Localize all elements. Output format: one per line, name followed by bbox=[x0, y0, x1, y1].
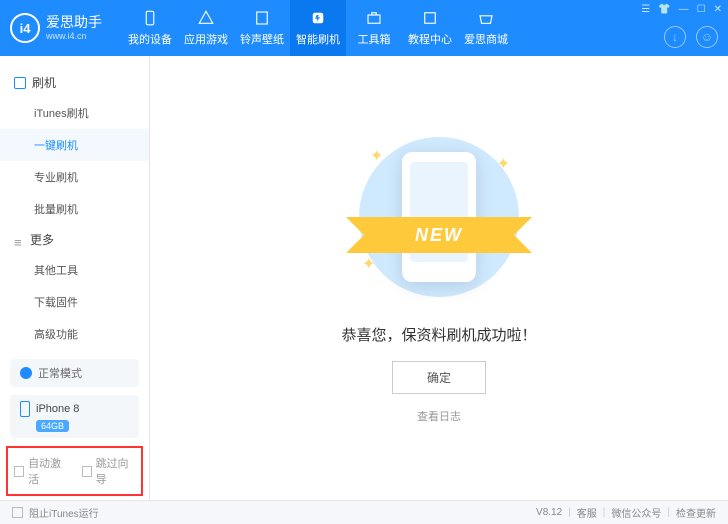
skin-icon[interactable]: 👕 bbox=[658, 4, 670, 15]
nav-device[interactable]: 我的设备 bbox=[122, 0, 178, 56]
nav-label: 应用游戏 bbox=[184, 31, 228, 47]
window-controls: ☰ 👕 — ☐ ✕ bbox=[641, 4, 722, 15]
support-link[interactable]: 客服 bbox=[577, 505, 597, 520]
nav-apps[interactable]: 应用游戏 bbox=[178, 0, 234, 56]
block-itunes-checkbox[interactable]: 阻止iTunes运行 bbox=[12, 505, 99, 520]
close-icon[interactable]: ✕ bbox=[714, 4, 722, 15]
sparkle-icon: ✦ bbox=[497, 154, 510, 174]
nav-label: 智能刷机 bbox=[296, 31, 340, 47]
nav-shop[interactable]: 爱思商城 bbox=[458, 0, 514, 56]
nav-label: 我的设备 bbox=[128, 31, 172, 47]
nav-label: 铃声壁纸 bbox=[240, 31, 284, 47]
new-ribbon: NEW bbox=[364, 217, 514, 253]
checkbox-icon bbox=[12, 507, 23, 518]
device-indicator[interactable]: iPhone 8 64GB bbox=[10, 395, 139, 438]
maximize-icon[interactable]: ☐ bbox=[697, 4, 706, 15]
account-icons: ↓ ☺ bbox=[664, 26, 718, 48]
sidebar-group-more[interactable]: 更多 bbox=[0, 225, 149, 254]
checkbox-label: 阻止iTunes运行 bbox=[29, 505, 99, 520]
app-url: www.i4.cn bbox=[46, 31, 102, 41]
mode-indicator[interactable]: 正常模式 bbox=[10, 359, 139, 387]
menu-icon[interactable]: ☰ bbox=[641, 4, 650, 15]
sidebar-item-download-firmware[interactable]: 下载固件 bbox=[0, 286, 149, 318]
logo-icon: i4 bbox=[10, 13, 40, 43]
storage-badge: 64GB bbox=[36, 420, 69, 432]
checkbox-label: 跳过向导 bbox=[96, 455, 135, 487]
status-bar: 阻止iTunes运行 V8.12 | 客服 | 微信公众号 | 检查更新 bbox=[0, 500, 728, 524]
main-nav: 我的设备 应用游戏 铃声壁纸 智能刷机 工具箱 教程中心 爱思商城 bbox=[122, 0, 514, 56]
nav-ringtones[interactable]: 铃声壁纸 bbox=[234, 0, 290, 56]
version-label: V8.12 bbox=[536, 507, 562, 518]
auto-activate-checkbox[interactable]: 自动激活 bbox=[14, 455, 68, 487]
option-checkboxes: 自动激活 跳过向导 bbox=[6, 446, 143, 496]
app-logo: i4 爱思助手 www.i4.cn bbox=[10, 13, 102, 43]
update-link[interactable]: 检查更新 bbox=[676, 505, 716, 520]
sparkle-icon: ✦ bbox=[370, 146, 383, 166]
view-log-link[interactable]: 查看日志 bbox=[417, 408, 461, 424]
skip-wizard-checkbox[interactable]: 跳过向导 bbox=[82, 455, 136, 487]
checkbox-icon bbox=[14, 466, 24, 477]
nav-label: 教程中心 bbox=[408, 31, 452, 47]
title-bar: i4 爱思助手 www.i4.cn 我的设备 应用游戏 铃声壁纸 智能刷机 工具… bbox=[0, 0, 728, 56]
wechat-link[interactable]: 微信公众号 bbox=[611, 505, 661, 520]
success-illustration: ✦ ✦ ✦ NEW bbox=[354, 132, 524, 302]
sidebar-item-advanced[interactable]: 高级功能 bbox=[0, 318, 149, 350]
mode-label: 正常模式 bbox=[38, 365, 82, 381]
mode-dot-icon bbox=[20, 367, 32, 379]
nav-label: 爱思商城 bbox=[464, 31, 508, 47]
sidebar-item-itunes-flash[interactable]: iTunes刷机 bbox=[0, 97, 149, 129]
nav-toolbox[interactable]: 工具箱 bbox=[346, 0, 402, 56]
device-name: iPhone 8 bbox=[20, 401, 129, 417]
minimize-icon[interactable]: — bbox=[679, 4, 689, 15]
success-message: 恭喜您，保资料刷机成功啦！ bbox=[341, 324, 536, 345]
sparkle-icon: ✦ bbox=[362, 254, 375, 274]
nav-flash[interactable]: 智能刷机 bbox=[290, 0, 346, 56]
checkbox-label: 自动激活 bbox=[28, 455, 67, 487]
sidebar-item-oneclick-flash[interactable]: 一键刷机 bbox=[0, 129, 149, 161]
sidebar-item-other-tools[interactable]: 其他工具 bbox=[0, 254, 149, 286]
user-icon[interactable]: ☺ bbox=[696, 26, 718, 48]
nav-tutorial[interactable]: 教程中心 bbox=[402, 0, 458, 56]
sidebar-item-batch-flash[interactable]: 批量刷机 bbox=[0, 193, 149, 225]
sidebar: 刷机 iTunes刷机 一键刷机 专业刷机 批量刷机 更多 其他工具 下载固件 … bbox=[0, 56, 150, 500]
sidebar-group-flash[interactable]: 刷机 bbox=[0, 68, 149, 97]
sidebar-item-pro-flash[interactable]: 专业刷机 bbox=[0, 161, 149, 193]
checkbox-icon bbox=[82, 466, 92, 477]
app-name: 爱思助手 bbox=[46, 15, 102, 30]
confirm-button[interactable]: 确定 bbox=[392, 361, 486, 394]
main-content: ✦ ✦ ✦ NEW 恭喜您，保资料刷机成功啦！ 确定 查看日志 bbox=[150, 56, 728, 500]
nav-label: 工具箱 bbox=[358, 31, 391, 47]
download-icon[interactable]: ↓ bbox=[664, 26, 686, 48]
